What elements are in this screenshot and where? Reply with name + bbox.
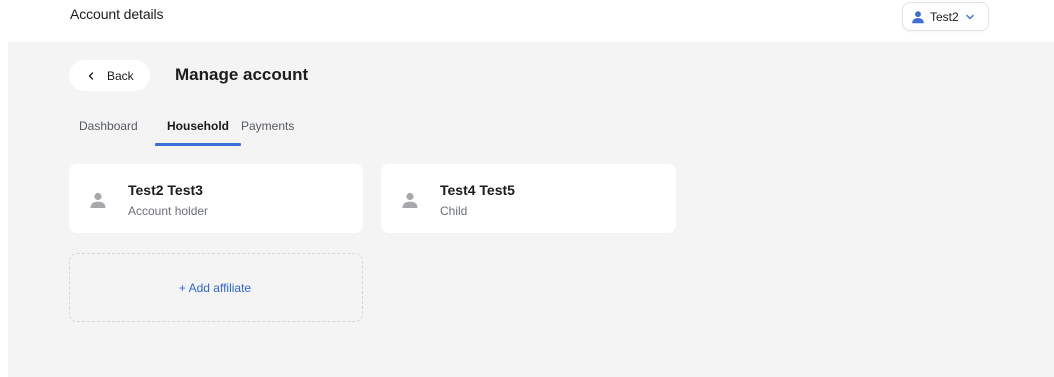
chevron-down-icon xyxy=(965,14,974,19)
main-content: Back Manage account Dashboard Household … xyxy=(8,42,1054,377)
member-role: Child xyxy=(440,204,468,218)
back-button[interactable]: Back xyxy=(69,60,150,91)
user-menu-name: Test2 xyxy=(930,9,959,24)
tab-household[interactable]: Household xyxy=(155,112,241,146)
member-card[interactable]: Test2 Test3 Account holder xyxy=(69,164,363,233)
top-bar: Account details Test2 xyxy=(0,0,1054,42)
tab-bar: Dashboard Household Payments xyxy=(69,112,311,146)
page-title: Manage account xyxy=(175,65,309,84)
chevron-left-icon xyxy=(88,71,94,80)
back-button-label: Back xyxy=(107,68,134,83)
member-name: Test2 Test3 xyxy=(128,182,203,198)
app-title: Account details xyxy=(70,6,164,22)
tab-payments[interactable]: Payments xyxy=(241,112,311,146)
add-affiliate-button[interactable]: + Add affiliate xyxy=(69,253,363,322)
user-menu-button[interactable]: Test2 xyxy=(902,2,989,31)
tab-dashboard[interactable]: Dashboard xyxy=(69,112,155,146)
person-icon xyxy=(90,192,106,208)
member-role: Account holder xyxy=(128,204,209,218)
member-card[interactable]: Test4 Test5 Child xyxy=(381,164,676,233)
person-icon xyxy=(402,192,418,208)
add-affiliate-label: + Add affiliate xyxy=(178,280,252,295)
member-name: Test4 Test5 xyxy=(440,182,515,198)
user-icon xyxy=(912,10,924,23)
